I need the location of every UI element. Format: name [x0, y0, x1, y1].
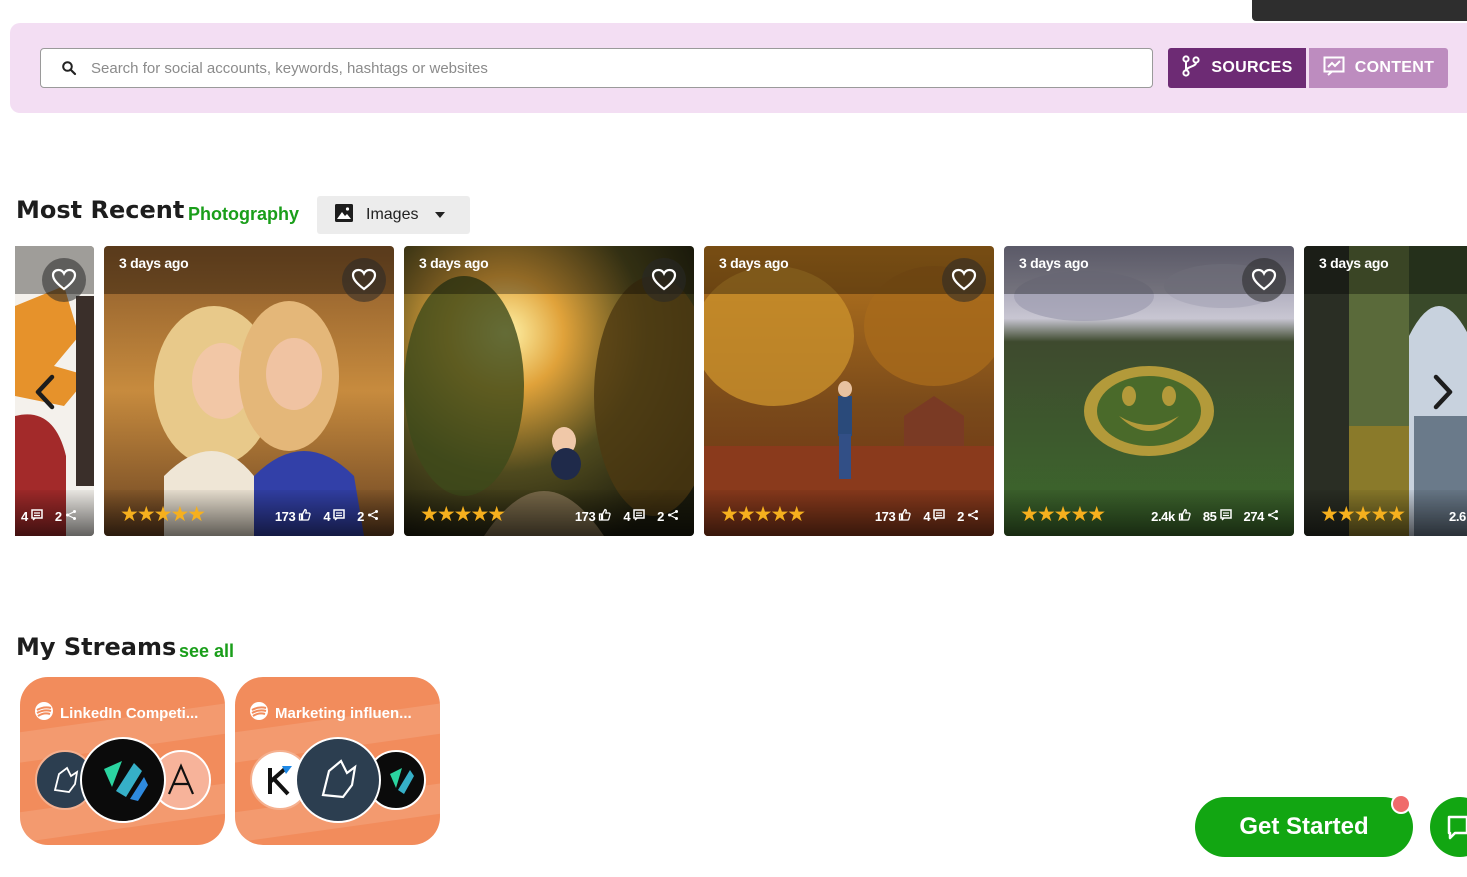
most-recent-title: Most Recent [16, 196, 185, 224]
card-stats: 173 4 2 [575, 508, 679, 524]
chevron-right-icon [1433, 374, 1453, 410]
comment-count: 4 [923, 508, 931, 524]
search-box[interactable] [40, 48, 1153, 88]
share-icon [667, 509, 679, 524]
thumbs-up-icon [1178, 508, 1191, 524]
stream-title-text: Marketing influen... [275, 704, 412, 722]
my-streams-title: My Streams [16, 633, 177, 661]
content-card[interactable]: 3 days ago ★★★★★ 173 4 2 [704, 246, 994, 536]
share-icon [967, 509, 979, 524]
stream-card[interactable]: Marketing influen... [235, 677, 440, 845]
favorite-heart-icon[interactable] [642, 258, 686, 302]
thumbs-up-icon [598, 508, 612, 524]
rating-stars: ★★★★★ [720, 503, 806, 526]
share-icon [1267, 509, 1279, 524]
get-started-button[interactable]: Get Started [1195, 797, 1413, 857]
card-age: 3 days ago [719, 255, 789, 271]
favorite-heart-icon[interactable] [42, 258, 86, 302]
image-icon [334, 203, 354, 228]
griffin-logo-icon [321, 759, 357, 799]
top-dark-panel [1252, 0, 1467, 21]
comment-count: 4 [323, 508, 331, 524]
avatar [80, 737, 166, 823]
content-card[interactable]: 3 days ago ★★★★★ 2.4k 85 274 [1004, 246, 1294, 536]
caret-down-icon [434, 206, 446, 224]
content-card[interactable]: 3 days ago ★★★★★ 173 4 2 [404, 246, 694, 536]
like-count: 173 [274, 508, 296, 524]
branch-icon [1181, 54, 1201, 82]
rating-stars: ★★★★★ [420, 503, 506, 526]
comment-count: 4 [21, 509, 28, 524]
comment-icon [633, 508, 645, 524]
comment-count: 4 [623, 508, 631, 524]
share-icon [367, 509, 379, 524]
thumbs-up-icon [298, 508, 312, 524]
chat-icon [1447, 815, 1467, 840]
carousel-next-button[interactable] [1428, 372, 1458, 412]
like-count: 2.4k [1151, 508, 1175, 524]
chat-launcher-button[interactable] [1430, 797, 1467, 857]
card-age: 3 days ago [419, 255, 489, 271]
chevron-left-icon [35, 374, 55, 410]
share-count: 274 [1243, 508, 1265, 524]
favorite-heart-icon[interactable] [1242, 258, 1286, 302]
comment-count: 85 [1202, 508, 1217, 524]
like-count: 173 [574, 508, 596, 524]
stream-title-text: LinkedIn Competi... [60, 704, 199, 722]
search-icon [61, 59, 79, 77]
comment-icon [31, 509, 43, 524]
stream-logo-icon [34, 701, 54, 725]
favorite-heart-icon[interactable] [942, 258, 986, 302]
carousel-prev-button[interactable] [30, 372, 60, 412]
rating-stars: ★★★★★ [120, 503, 206, 526]
favorite-heart-icon[interactable] [342, 258, 386, 302]
content-label: CONTENT [1354, 59, 1435, 76]
card-stats: 2.4k 85 274 [1151, 508, 1279, 524]
stream-card[interactable]: LinkedIn Competi... [20, 677, 225, 845]
like-count: 173 [874, 508, 896, 524]
avatar [295, 737, 381, 823]
comment-icon [1219, 508, 1232, 524]
content-chart-icon [1323, 56, 1345, 81]
card-age: 3 days ago [119, 255, 189, 271]
share-icon [65, 509, 77, 524]
stream-logo-icon [249, 701, 269, 725]
sources-label: SOURCES [1211, 59, 1293, 76]
card-stats: 173 4 2 [275, 508, 379, 524]
stream-title: LinkedIn Competi... [34, 701, 198, 725]
card-stats: 173 4 2 [875, 508, 979, 524]
stripes-logo-icon [104, 761, 148, 801]
notification-dot [1391, 794, 1411, 814]
like-count: 2.6 [1449, 509, 1466, 524]
rating-stars: ★★★★★ [1320, 503, 1406, 526]
see-all-link[interactable]: see all [179, 641, 234, 662]
comment-icon [933, 508, 945, 524]
card-stats: 4 2 [21, 509, 77, 524]
card-age: 3 days ago [1319, 255, 1389, 271]
category-link[interactable]: Photography [188, 204, 299, 225]
share-count: 2 [357, 508, 364, 524]
search-input[interactable] [91, 59, 1131, 77]
filter-label: Images [366, 206, 419, 223]
comment-icon [333, 508, 345, 524]
thumbs-up-icon [898, 508, 912, 524]
share-count: 2 [957, 508, 964, 524]
content-carousel: 4 2 3 days ago ★★★★★ 173 4 2 3 days ago … [15, 246, 1467, 536]
content-card[interactable]: 3 days ago ★★★★★ 173 4 2 [104, 246, 394, 536]
share-count: 2 [54, 509, 62, 524]
app-root: SOURCES CONTENT Most Recent Photography … [0, 0, 1467, 877]
card-stats: 2.6 [1449, 509, 1466, 524]
card-age: 3 days ago [1019, 255, 1089, 271]
media-filter-dropdown[interactable]: Images [317, 196, 470, 234]
rating-stars: ★★★★★ [1020, 503, 1106, 526]
content-button[interactable]: CONTENT [1309, 48, 1448, 88]
sources-button[interactable]: SOURCES [1168, 48, 1306, 88]
stream-title: Marketing influen... [249, 701, 412, 725]
share-count: 2 [657, 508, 664, 524]
